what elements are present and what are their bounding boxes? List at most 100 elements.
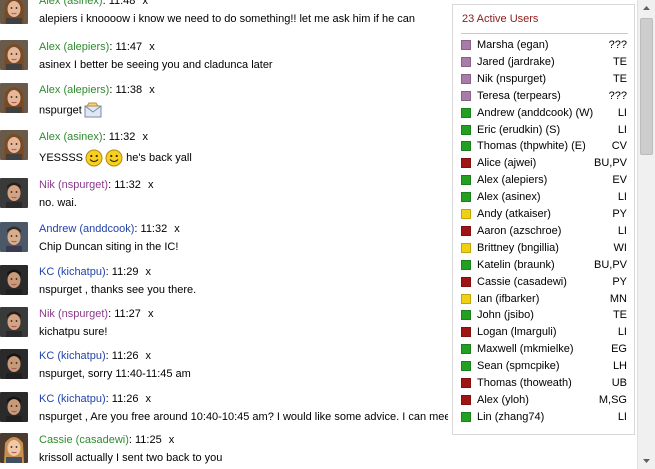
smiley-icon [105, 149, 123, 167]
message-body: nspurget [39, 102, 103, 119]
active-user-row[interactable]: Katelin (braunk) BU,PV [461, 257, 628, 274]
active-user-row[interactable]: Eric (erudkin) (S) LI [461, 122, 628, 139]
user-name[interactable]: Lin (zhang74) [477, 411, 544, 423]
scroll-up-arrow-icon[interactable] [638, 0, 655, 17]
status-indicator [461, 141, 471, 152]
chat-message: KC (kichatpu): 11:26 x nspurget , Are yo… [0, 392, 448, 436]
active-user-row[interactable]: Thomas (thpwhite) (E) CV [461, 138, 628, 155]
message-body: Chip Duncan siting in the IC! [39, 241, 178, 253]
author-name[interactable]: Alex (alepiers) [39, 84, 109, 96]
author-name[interactable]: Alex (asinex) [39, 0, 103, 7]
user-location-code: CV [611, 140, 627, 153]
author-name[interactable]: Alex (alepiers) [39, 41, 109, 53]
user-name[interactable]: Jared (jardrake) [477, 56, 555, 68]
active-user-row[interactable]: Alice (ajwei) BU,PV [461, 155, 628, 172]
active-user-row[interactable]: Andrew (anddcook) (W) LI [461, 105, 628, 122]
user-name[interactable]: Aaron (azschroe) [477, 225, 561, 237]
active-user-row[interactable]: Logan (lmarguli) LI [461, 324, 628, 341]
user-name[interactable]: Alice (ajwei) [477, 157, 536, 169]
scroll-thumb[interactable] [640, 18, 653, 155]
author-name[interactable]: Nik (nspurget) [39, 308, 108, 320]
active-user-row[interactable]: Lin (zhang74) LI [461, 409, 628, 426]
active-user-row[interactable]: Ian (ifbarker) MN [461, 291, 628, 308]
author-name[interactable]: KC (kichatpu) [39, 266, 106, 278]
user-location-code: LI [617, 224, 627, 237]
active-user-row[interactable]: Thomas (thoweath) UB [461, 375, 628, 392]
author-name[interactable]: Nik (nspurget) [39, 179, 108, 191]
active-user-row[interactable]: Alex (yloh) M,SG [461, 392, 628, 409]
user-name[interactable]: Cassie (casadewi) [477, 276, 567, 288]
user-name[interactable]: Andrew (anddcook) (W) [477, 107, 593, 119]
active-user-row[interactable]: Teresa (terpears) ??? [461, 88, 628, 105]
user-name[interactable]: John (jsibo) [477, 309, 534, 321]
delete-message-button[interactable]: x [146, 393, 152, 405]
delete-message-button[interactable]: x [142, 131, 148, 143]
user-name[interactable]: Thomas (thoweath) [477, 377, 572, 389]
user-location-code: TE [612, 72, 627, 85]
message-body: krissoll actually I sent two back to you [39, 452, 222, 464]
author-name[interactable]: Cassie (casadewi) [39, 434, 129, 446]
scrollbar[interactable] [637, 0, 655, 469]
message-body: kichatpu sure! [39, 326, 107, 338]
author-name[interactable]: KC (kichatpu) [39, 393, 106, 405]
user-name[interactable]: Marsha (egan) [477, 39, 549, 51]
active-user-row[interactable]: Aaron (azschroe) LI [461, 223, 628, 240]
user-name[interactable]: Teresa (terpears) [477, 90, 561, 102]
user-name[interactable]: Eric (erudkin) (S) [477, 124, 560, 136]
active-user-row[interactable]: Sean (spmcpike) LH [461, 358, 628, 375]
user-location-code: EG [611, 343, 627, 356]
user-name[interactable]: Alex (yloh) [477, 394, 529, 406]
user-name[interactable]: Maxwell (mkmielke) [477, 343, 574, 355]
message-header: Alex (asinex): 11:48 x [39, 0, 148, 7]
message-text-continued: he's back yall [126, 151, 192, 164]
active-user-row[interactable]: John (jsibo) TE [461, 307, 628, 324]
active-user-row[interactable]: Marsha (egan) ??? [461, 37, 628, 54]
message-time: 11:47 [115, 41, 143, 53]
delete-message-button[interactable]: x [148, 308, 154, 320]
smiley-icon [85, 149, 103, 167]
user-name[interactable]: Nik (nspurget) [477, 73, 546, 85]
chat-message: Cassie (casadewi): 11:25 x krissoll actu… [0, 433, 448, 469]
scroll-down-arrow-icon[interactable] [638, 452, 655, 469]
delete-message-button[interactable]: x [146, 266, 152, 278]
message-body: alepiers i knoooow i know we need to do … [39, 13, 415, 25]
delete-message-button[interactable]: x [142, 0, 148, 7]
message-header: Alex (asinex): 11:32 x [39, 131, 148, 143]
status-indicator [461, 73, 471, 84]
active-user-row[interactable]: Cassie (casadewi) PY [461, 274, 628, 291]
delete-message-button[interactable]: x [148, 179, 154, 191]
author-name[interactable]: KC (kichatpu) [39, 350, 106, 362]
delete-message-button[interactable]: x [146, 350, 152, 362]
author-name[interactable]: Alex (asinex) [39, 131, 103, 143]
avatar [0, 265, 28, 295]
status-indicator [461, 361, 471, 372]
delete-message-button[interactable]: x [169, 434, 175, 446]
active-user-row[interactable]: Brittney (bngillia) WI [461, 240, 628, 257]
author-name[interactable]: Andrew (anddcook) [39, 223, 134, 235]
active-user-row[interactable]: Nik (nspurget) TE [461, 71, 628, 88]
user-name[interactable]: Alex (alepiers) [477, 174, 547, 186]
message-header: Cassie (casadewi): 11:25 x [39, 434, 175, 446]
message-header: KC (kichatpu): 11:26 x [39, 393, 152, 405]
active-user-row[interactable]: Andy (atkaiser) PY [461, 206, 628, 223]
message-time: 11:48 [108, 0, 136, 7]
user-name[interactable]: Katelin (braunk) [477, 259, 555, 271]
user-name[interactable]: Logan (lmarguli) [477, 326, 556, 338]
user-name[interactable]: Brittney (bngillia) [477, 242, 559, 254]
message-body: nspurget , thanks see you there. [39, 284, 196, 296]
user-name[interactable]: Sean (spmcpike) [477, 360, 560, 372]
active-user-row[interactable]: Alex (asinex) LI [461, 189, 628, 206]
user-name[interactable]: Thomas (thpwhite) (E) [477, 140, 586, 152]
delete-message-button[interactable]: x [149, 84, 155, 96]
active-user-row[interactable]: Jared (jardrake) TE [461, 54, 628, 71]
active-user-row[interactable]: Alex (alepiers) EV [461, 172, 628, 189]
user-name[interactable]: Ian (ifbarker) [477, 293, 539, 305]
delete-message-button[interactable]: x [149, 41, 155, 53]
status-indicator [461, 175, 471, 186]
active-user-row[interactable]: Maxwell (mkmielke) EG [461, 341, 628, 358]
user-name[interactable]: Alex (asinex) [477, 191, 541, 203]
user-name[interactable]: Andy (atkaiser) [477, 208, 551, 220]
delete-message-button[interactable]: x [174, 223, 180, 235]
status-indicator [461, 259, 471, 270]
user-location-code: ??? [608, 39, 627, 51]
